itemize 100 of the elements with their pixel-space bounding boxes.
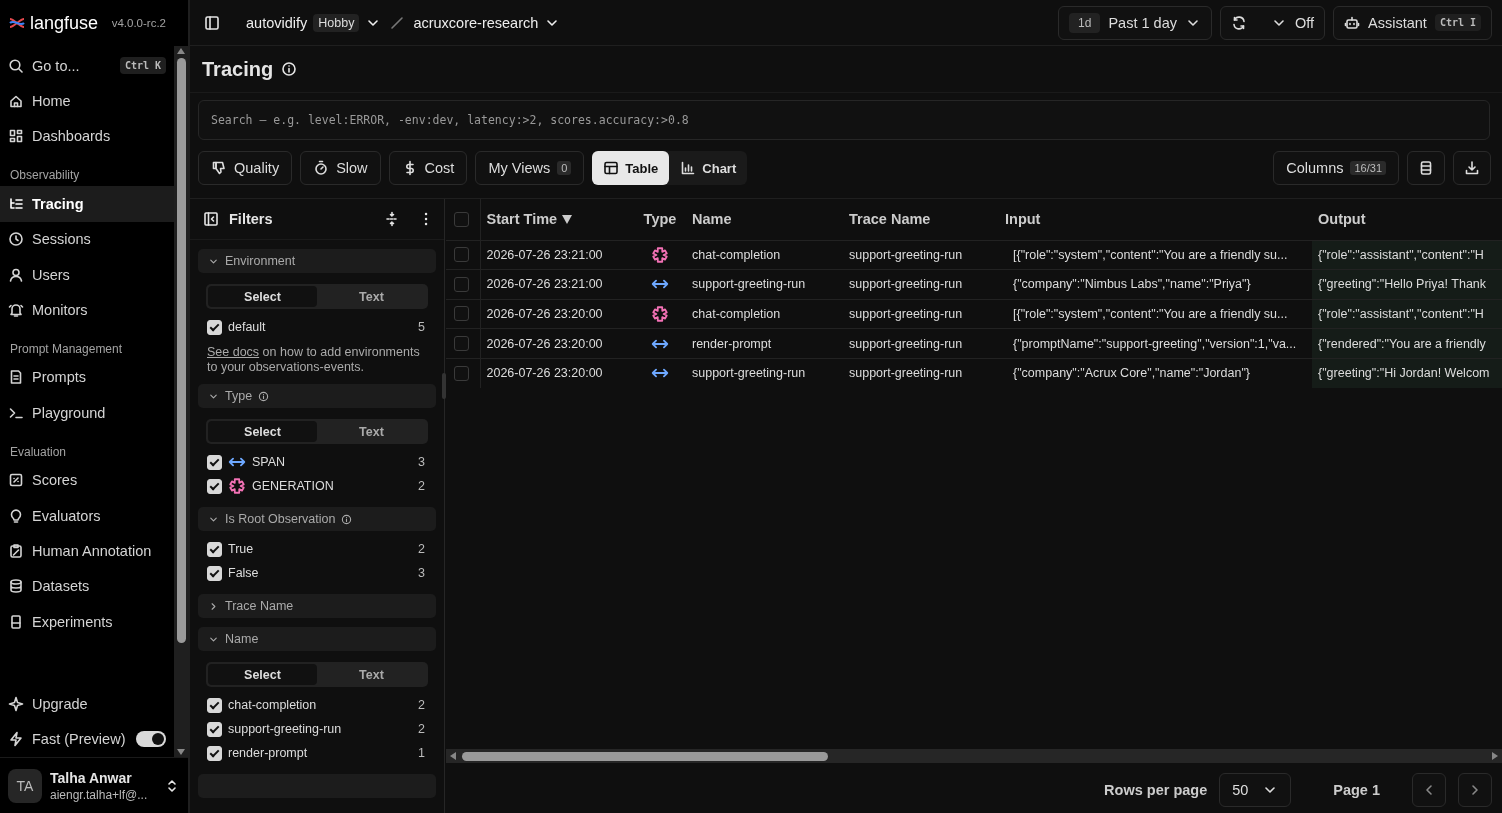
nav-section-label: Observability [9, 167, 81, 185]
option-count: 2 [418, 722, 425, 736]
option-count: 2 [418, 698, 425, 712]
checkbox[interactable] [454, 247, 469, 263]
table-cell: render-prompt [686, 328, 843, 359]
filter-section-header[interactable]: Name [198, 627, 436, 651]
column-header[interactable]: Output [1318, 211, 1366, 228]
nav-item[interactable]: Playground [0, 395, 174, 431]
table-cell: [{"role":"system","content":"You are a friendly su... [999, 299, 1312, 329]
sidebar-toggle[interactable] [204, 14, 220, 31]
rows-icon [1418, 160, 1434, 176]
row-density-button[interactable] [1407, 151, 1445, 185]
search-icon [8, 57, 24, 74]
rows-per-page-select[interactable]: 50 [1219, 773, 1292, 807]
column-header[interactable]: Type [643, 211, 677, 228]
collapse-all-button[interactable] [384, 211, 400, 227]
project-selector[interactable]: acruxcore-research [413, 14, 561, 31]
search-field[interactable]: Search — e.g. level:ERROR, -env:dev, latency:>2, scores.accuracy:>0.8 [198, 100, 1490, 140]
scrollbar[interactable] [446, 749, 1502, 763]
nav-item[interactable]: Human Annotation [0, 533, 174, 569]
sparkle-icon [8, 695, 24, 712]
nav-item[interactable]: Datasets [0, 568, 174, 605]
collapse-button[interactable] [203, 211, 219, 227]
checkbox[interactable] [454, 276, 469, 292]
view-tab[interactable]: Table [592, 151, 670, 185]
logo[interactable]: langfuse [8, 12, 99, 34]
checkbox[interactable] [454, 211, 469, 227]
rows-per-page-label: Rows per page [1104, 782, 1208, 798]
table-cell: {"role":"assistant","content":"H [1312, 240, 1502, 270]
column-header[interactable]: Trace Name [849, 211, 931, 228]
time-range-selector[interactable]: 1d Past 1 day [1058, 5, 1212, 40]
nav-item[interactable]: Experiments [0, 604, 174, 640]
nav-item[interactable]: Home [0, 83, 174, 119]
mode-tab[interactable]: Text [317, 664, 426, 685]
nav-item[interactable]: Users [0, 256, 174, 293]
filter-preset-button[interactable]: Quality [198, 151, 293, 185]
nav-item[interactable]: Monitors [0, 292, 174, 328]
stopwatch-icon [313, 160, 330, 176]
auto-refresh-button[interactable]: Off [1219, 5, 1326, 40]
goto-search[interactable]: Go to... Ctrl K [0, 48, 174, 84]
option-label: SPAN [252, 455, 286, 469]
shortcut-key: Ctrl K [119, 57, 166, 75]
scroll-right-icon[interactable] [1492, 752, 1498, 760]
version-label: v4.0.0-rc.2 [111, 17, 167, 29]
option-label: default [228, 320, 266, 334]
mode-tab[interactable]: Select [208, 421, 317, 442]
filter-section-header[interactable]: Environment [198, 249, 436, 273]
checkbox[interactable] [454, 306, 469, 322]
mode-tab[interactable]: Text [317, 421, 426, 442]
nav-item[interactable]: Evaluators [0, 497, 174, 534]
scroll-up-icon[interactable] [177, 48, 185, 54]
organization-selector[interactable]: autovidify Hobby [246, 13, 382, 32]
column-header[interactable]: Name [692, 211, 732, 228]
column-header[interactable]: Start Time [486, 211, 574, 228]
table-cell: {"greeting":"Hi Jordan! Welcom [1312, 358, 1502, 388]
toggle-switch[interactable] [136, 731, 166, 748]
checkbox[interactable] [454, 365, 469, 381]
clock-icon [8, 231, 24, 248]
table-cell: chat-completion [686, 240, 843, 270]
filter-preset-button[interactable]: My Views 0 [475, 151, 585, 185]
mode-tab[interactable]: Text [317, 286, 426, 307]
nav-item[interactable]: Upgrade [0, 686, 174, 722]
mode-tab[interactable]: Select [208, 664, 317, 685]
filter-section-header[interactable]: Trace Name [198, 594, 436, 618]
plan-badge: Hobby [313, 13, 360, 32]
filter-section-header[interactable]: Type [198, 384, 436, 408]
table-cell: {"company":"Acrux Core","name":"Jordan"} [999, 358, 1312, 388]
table-cell: support-greeting-run [843, 358, 999, 388]
scroll-down-icon[interactable] [177, 749, 185, 755]
table-cell: [{"role":"system","content":"You are a friendly su... [999, 240, 1312, 270]
table-cell: {"company":"Nimbus Labs","name":"Priya"} [999, 269, 1312, 300]
checkbox[interactable] [454, 336, 469, 352]
download-icon [1464, 160, 1480, 176]
dashboard-icon [8, 128, 24, 145]
scroll-left-icon[interactable] [450, 752, 456, 760]
bar-chart-icon [680, 160, 697, 176]
filter-preset-button[interactable]: Slow [300, 151, 381, 185]
nav-item[interactable]: Dashboards [0, 118, 174, 155]
filter-section-header[interactable]: Is Root Observation [198, 507, 436, 531]
docs-link[interactable]: See docs [207, 345, 260, 359]
option-count: 3 [418, 566, 425, 580]
resize-handle[interactable] [442, 373, 446, 399]
assistant-button[interactable]: Assistant Ctrl I [1333, 5, 1492, 40]
table-cell: support-greeting-run [686, 269, 843, 300]
mode-tab[interactable]: Select [208, 286, 317, 307]
table-cell: {"role":"assistant","content":"H [1312, 299, 1502, 329]
table-cell: support-greeting-run [843, 240, 999, 270]
filter-preset-button[interactable]: Cost [388, 151, 468, 185]
column-header[interactable]: Input [1005, 211, 1041, 228]
panel-icon [204, 14, 220, 31]
option-count: 3 [418, 455, 425, 469]
clipboard-icon [8, 543, 24, 559]
scrollbar[interactable] [174, 46, 188, 757]
nav-item[interactable]: Tracing [0, 186, 174, 222]
nav-item[interactable]: Sessions [0, 221, 174, 257]
view-tab[interactable]: Chart [669, 151, 748, 185]
download-button[interactable] [1453, 151, 1491, 185]
nav-item[interactable]: Prompts [0, 359, 174, 396]
nav-item[interactable]: Scores [0, 462, 174, 498]
columns-button[interactable]: Columns 16/31 [1273, 151, 1399, 185]
